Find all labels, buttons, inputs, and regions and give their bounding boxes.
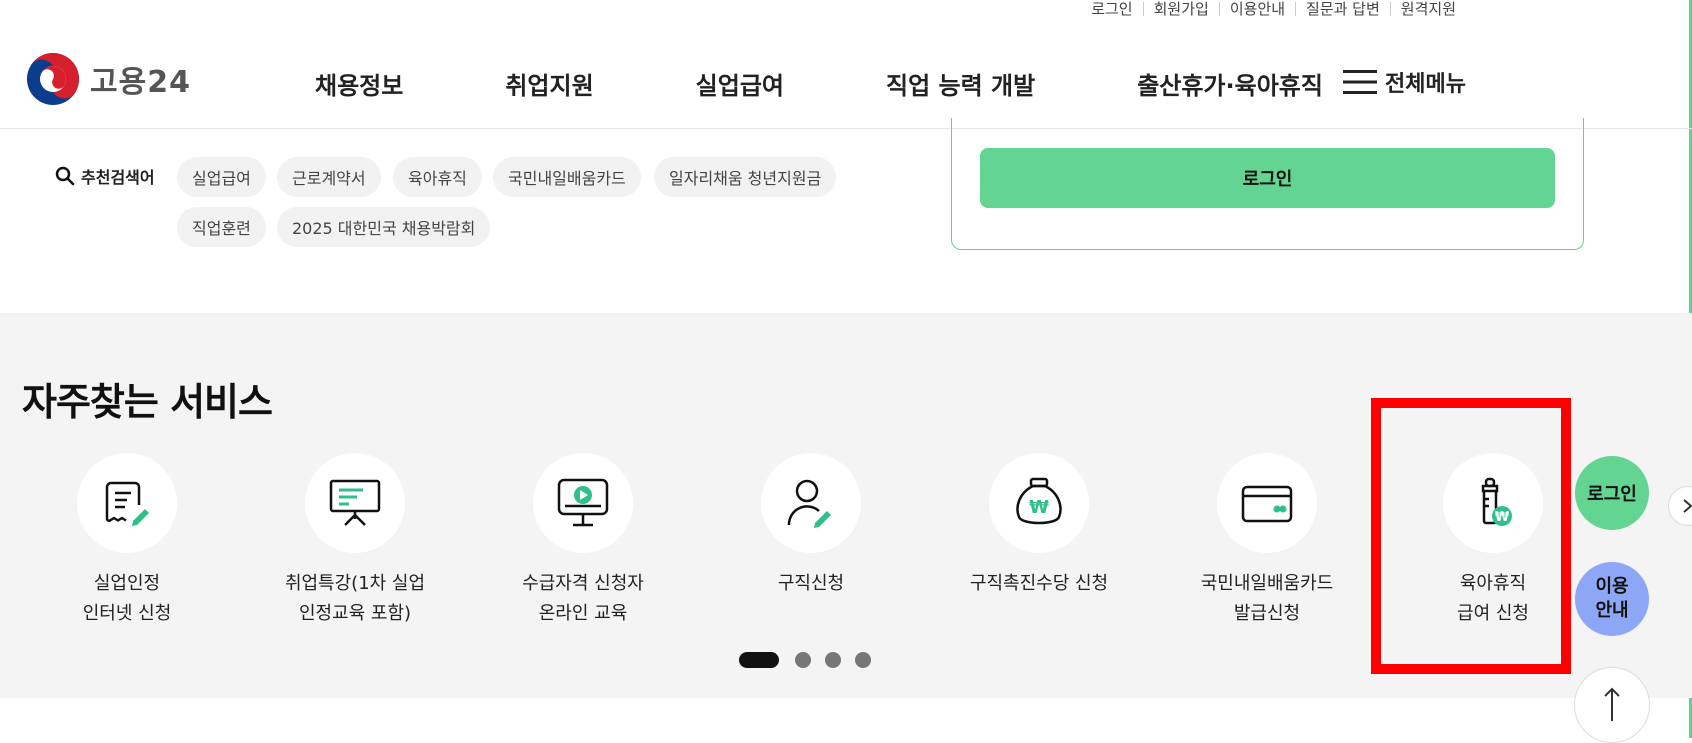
brand-name: 고용24 [90, 65, 191, 100]
utility-links: 로그인 회원가입 이용안내 질문과 답변 원격지원 [1081, 0, 1466, 18]
service-item-online-education[interactable]: 수급자격 신청자 온라인 교육 [469, 453, 697, 629]
service-label-line1: 수급자격 신청자 [522, 573, 644, 594]
recommend-label-text: 추천검색어 [81, 168, 155, 187]
search-icon [55, 166, 75, 186]
service-item-job-promotion-allowance[interactable]: ₩ 구직촉진수당 신청 [925, 453, 1153, 599]
service-label-line1: 구직신청 [777, 573, 845, 594]
service-label: 구직촉진수당 신청 [925, 569, 1153, 599]
service-label-line1: 국민내일배움카드 [1200, 573, 1334, 594]
service-label: 수급자격 신청자 온라인 교육 [469, 569, 697, 629]
service-label: 구직신청 [697, 569, 925, 599]
carousel-dot-active[interactable] [739, 652, 779, 668]
carousel-dot[interactable] [855, 652, 871, 668]
highlight-box [1371, 398, 1571, 674]
nav-vocational-training[interactable]: 직업 능력 개발 [886, 66, 1035, 101]
site-header: 고용24 채용정보 취업지원 실업급여 직업 능력 개발 출산휴가·육아휴직 전… [0, 30, 1692, 129]
site-logo[interactable]: 고용24 [26, 52, 191, 106]
service-icon-circle: ₩ [989, 453, 1089, 553]
money-bag-icon: ₩ [1016, 477, 1062, 525]
person-pen-icon [787, 479, 831, 528]
main-navigation: 채용정보 취업지원 실업급여 직업 능력 개발 출산휴가·육아휴직 [315, 66, 1323, 101]
carousel-dot[interactable] [795, 652, 811, 668]
keyword-chip[interactable]: 실업급여 [177, 157, 266, 197]
floating-login-button[interactable]: 로그인 [1575, 456, 1649, 530]
service-icon-circle [533, 453, 633, 553]
service-icon-circle [761, 453, 861, 553]
util-remote-support-link[interactable]: 원격지원 [1389, 2, 1466, 17]
service-label-line2: 발급신청 [1233, 603, 1301, 624]
service-label-line2: 온라인 교육 [538, 603, 628, 624]
util-qna-link[interactable]: 질문과 답변 [1295, 2, 1390, 17]
guide-label-line1: 이용 [1595, 576, 1629, 597]
login-button[interactable]: 로그인 [980, 148, 1555, 208]
guide-label-line2: 안내 [1595, 600, 1629, 621]
service-label: 취업특강(1차 실업 인정교육 포함) [241, 569, 469, 629]
recommended-search: 추천검색어 실업급여 근로계약서 육아휴직 국민내일배움카드 일자리채움 청년지… [0, 150, 900, 270]
service-item-employment-lecture[interactable]: 취업특강(1차 실업 인정교육 포함) [241, 453, 469, 629]
service-label-line2: 인터넷 신청 [82, 603, 172, 624]
service-item-learning-card[interactable]: 국민내일배움카드 발급신청 [1153, 453, 1381, 629]
nav-unemployment-benefit[interactable]: 실업급여 [696, 66, 784, 101]
card-icon [1241, 485, 1293, 523]
service-label-line1: 실업인정 [93, 573, 161, 594]
hamburger-icon [1343, 70, 1378, 94]
chevron-right-icon [1683, 499, 1692, 513]
section-title: 자주찾는 서비스 [22, 380, 273, 424]
floating-guide-button[interactable]: 이용 안내 [1575, 562, 1649, 636]
keyword-chip[interactable]: 육아휴직 [393, 157, 482, 197]
taegeuk-logo-icon [27, 53, 79, 105]
service-label-line1: 구직촉진수당 신청 [969, 573, 1109, 594]
nav-job-info[interactable]: 채용정보 [315, 66, 403, 101]
carousel-pagination [739, 652, 885, 668]
service-label-line2: 인정교육 포함) [298, 603, 412, 624]
login-panel: 로그인 [951, 118, 1584, 250]
keyword-chip[interactable]: 국민내일배움카드 [493, 157, 641, 197]
util-login-link[interactable]: 로그인 [1081, 2, 1142, 17]
util-guide-link[interactable]: 이용안내 [1218, 2, 1295, 17]
recommend-label: 추천검색어 [55, 164, 155, 188]
all-menu-button[interactable]: 전체메뉴 [1343, 66, 1466, 98]
nav-employment-support[interactable]: 취업지원 [505, 66, 593, 101]
scroll-top-button[interactable] [1574, 667, 1650, 743]
all-menu-label: 전체메뉴 [1385, 72, 1466, 97]
service-item-unemployment-recognition[interactable]: 실업인정 인터넷 신청 [13, 453, 241, 629]
keyword-chip[interactable]: 근로계약서 [277, 157, 381, 197]
service-label: 실업인정 인터넷 신청 [13, 569, 241, 629]
presentation-board-icon [329, 479, 381, 526]
keyword-chip[interactable]: 일자리채움 청년지원금 [654, 157, 837, 197]
keyword-chip[interactable]: 직업훈련 [177, 207, 266, 247]
keyword-chip[interactable]: 2025 대한민국 채용박람회 [277, 207, 491, 247]
service-icon-circle [1217, 453, 1317, 553]
carousel-dot[interactable] [825, 652, 841, 668]
service-icon-circle [77, 453, 177, 553]
svg-text:₩: ₩ [1029, 497, 1049, 518]
service-icon-circle [305, 453, 405, 553]
arrow-up-icon [1604, 687, 1620, 721]
service-label-line1: 취업특강(1차 실업 [284, 573, 426, 594]
monitor-play-icon [557, 478, 609, 527]
nav-parental-leave[interactable]: 출산휴가·육아휴직 [1137, 66, 1323, 101]
util-signup-link[interactable]: 회원가입 [1142, 2, 1219, 17]
document-pen-icon [105, 481, 149, 526]
service-label: 국민내일배움카드 발급신청 [1153, 569, 1381, 629]
service-item-job-application[interactable]: 구직신청 [697, 453, 925, 599]
